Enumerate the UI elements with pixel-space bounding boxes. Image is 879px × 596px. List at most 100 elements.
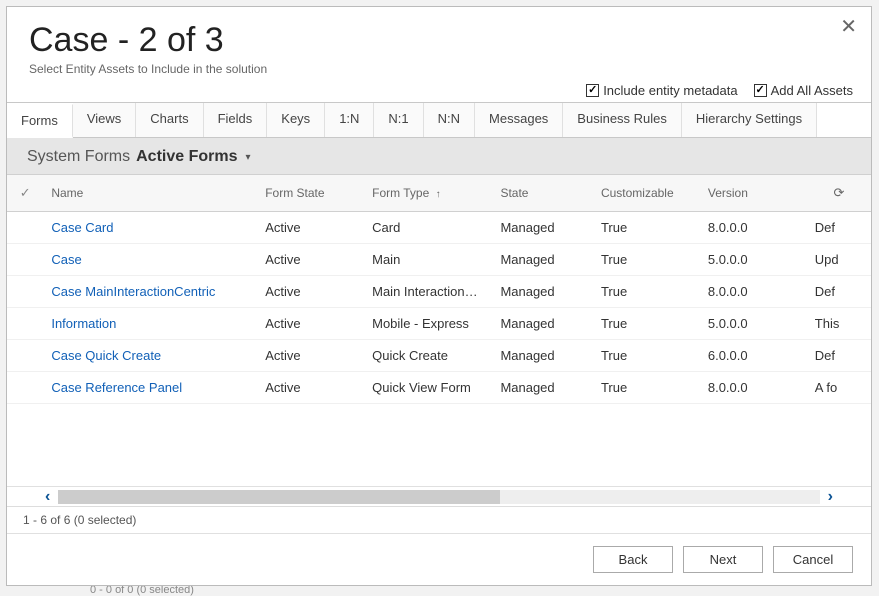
table-body: Case CardActiveCardManagedTrue8.0.0.0Def… (7, 212, 871, 404)
scroll-right-icon[interactable]: › (824, 488, 837, 506)
cell-form-type: Main Interaction… (364, 276, 492, 308)
row-checkbox[interactable] (7, 212, 43, 244)
chevron-down-icon: ▾ (246, 152, 251, 163)
column-customizable[interactable]: Customizable (593, 175, 700, 212)
column-state[interactable]: State (492, 175, 593, 212)
column-form-state[interactable]: Form State (257, 175, 364, 212)
cell-form-type: Quick Create (364, 340, 492, 372)
view-current: Active Forms (136, 148, 237, 166)
column-form-type[interactable]: Form Type ↑ (364, 175, 492, 212)
form-name-link[interactable]: Case Quick Create (51, 348, 161, 363)
cell-form-state: Active (257, 372, 364, 404)
cell-form-type: Main (364, 244, 492, 276)
include-entity-metadata-checkbox[interactable]: Include entity metadata (586, 83, 737, 98)
form-name-link[interactable]: Case Reference Panel (51, 380, 182, 395)
cell-customizable: True (593, 212, 700, 244)
cell-customizable: True (593, 372, 700, 404)
row-checkbox[interactable] (7, 244, 43, 276)
cancel-button[interactable]: Cancel (773, 546, 853, 573)
cell-description: Def (807, 212, 871, 244)
table-row[interactable]: Case CardActiveCardManagedTrue8.0.0.0Def (7, 212, 871, 244)
cell-form-type: Card (364, 212, 492, 244)
tab-1n[interactable]: 1:N (325, 103, 374, 137)
scrollbar-track[interactable] (58, 490, 819, 504)
cell-customizable: True (593, 308, 700, 340)
row-checkbox[interactable] (7, 340, 43, 372)
add-all-assets-label: Add All Assets (771, 83, 853, 98)
row-checkbox[interactable] (7, 276, 43, 308)
column-name[interactable]: Name (43, 175, 257, 212)
cell-form-state: Active (257, 340, 364, 372)
tab-hierarchy-settings[interactable]: Hierarchy Settings (682, 103, 817, 137)
cell-description: This (807, 308, 871, 340)
table-row[interactable]: Case ActiveMainManagedTrue5.0.0.0Upd (7, 244, 871, 276)
cell-version: 8.0.0.0 (700, 276, 807, 308)
add-all-assets-checkbox[interactable]: Add All Assets (754, 83, 853, 98)
page-subtitle: Select Entity Assets to Include in the s… (29, 62, 849, 76)
cell-form-state: Active (257, 212, 364, 244)
scrollbar-thumb[interactable] (58, 490, 500, 504)
record-status: 1 - 6 of 6 (0 selected) (7, 506, 871, 533)
next-button[interactable]: Next (683, 546, 763, 573)
scroll-left-icon[interactable]: ‹ (41, 488, 54, 506)
forms-table-wrapper: ✓ Name Form State Form Type ↑ State Cust… (7, 175, 871, 533)
page-title: Case - 2 of 3 (29, 21, 849, 60)
entity-assets-tabbar: Forms Views Charts Fields Keys 1:N N:1 N… (7, 102, 871, 138)
dialog-footer: Back Next Cancel (7, 533, 871, 585)
tab-views[interactable]: Views (73, 103, 136, 137)
checkbox-icon (754, 84, 767, 97)
column-form-type-label: Form Type (372, 186, 429, 200)
cell-form-state: Active (257, 244, 364, 276)
cell-customizable: True (593, 340, 700, 372)
cell-form-state: Active (257, 276, 364, 308)
tab-messages[interactable]: Messages (475, 103, 563, 137)
cell-state: Managed (492, 244, 593, 276)
table-row[interactable]: Case Reference PanelActiveQuick View For… (7, 372, 871, 404)
table-row[interactable]: Case MainInteractionCentric ActiveMain In… (7, 276, 871, 308)
form-name-link[interactable]: Case (51, 252, 81, 267)
tab-nn[interactable]: N:N (424, 103, 475, 137)
refresh-icon[interactable]: ⟳ (807, 175, 871, 212)
form-name-link[interactable]: Case Card (51, 220, 113, 235)
horizontal-scrollbar[interactable]: ‹ › (7, 486, 871, 506)
table-header: ✓ Name Form State Form Type ↑ State Cust… (7, 175, 871, 212)
column-version[interactable]: Version (700, 175, 807, 212)
tab-charts[interactable]: Charts (136, 103, 203, 137)
cell-form-state: Active (257, 308, 364, 340)
cell-version: 5.0.0.0 (700, 244, 807, 276)
tab-keys[interactable]: Keys (267, 103, 325, 137)
view-selector[interactable]: System Forms Active Forms ▾ (7, 138, 871, 175)
close-icon[interactable]: ✕ (840, 17, 857, 37)
tab-forms[interactable]: Forms (7, 104, 73, 138)
row-checkbox[interactable] (7, 308, 43, 340)
form-name-link[interactable]: Information (51, 316, 116, 331)
cell-description: Def (807, 340, 871, 372)
row-checkbox[interactable] (7, 372, 43, 404)
column-select-all[interactable]: ✓ (7, 175, 43, 212)
checkbox-icon (586, 84, 599, 97)
cell-state: Managed (492, 276, 593, 308)
tab-n1[interactable]: N:1 (374, 103, 423, 137)
cell-version: 8.0.0.0 (700, 212, 807, 244)
table-row[interactable]: Case Quick Create ActiveQuick CreateManag… (7, 340, 871, 372)
cell-description: Upd (807, 244, 871, 276)
cell-description: A fo (807, 372, 871, 404)
view-prefix: System Forms (27, 148, 130, 166)
forms-table: ✓ Name Form State Form Type ↑ State Cust… (7, 175, 871, 404)
include-metadata-label: Include entity metadata (603, 83, 737, 98)
table-row[interactable]: Information ActiveMobile - ExpressManaged… (7, 308, 871, 340)
cell-state: Managed (492, 372, 593, 404)
tab-fields[interactable]: Fields (204, 103, 268, 137)
cell-form-type: Mobile - Express (364, 308, 492, 340)
cell-description: Def (807, 276, 871, 308)
cell-version: 6.0.0.0 (700, 340, 807, 372)
check-icon: ✓ (20, 185, 31, 200)
cell-customizable: True (593, 244, 700, 276)
sort-ascending-icon: ↑ (436, 189, 441, 200)
cell-state: Managed (492, 308, 593, 340)
wizard-dialog: ✕ Case - 2 of 3 Select Entity Assets to … (6, 6, 872, 586)
tab-business-rules[interactable]: Business Rules (563, 103, 682, 137)
cell-state: Managed (492, 340, 593, 372)
form-name-link[interactable]: Case MainInteractionCentric (51, 284, 215, 299)
back-button[interactable]: Back (593, 546, 673, 573)
